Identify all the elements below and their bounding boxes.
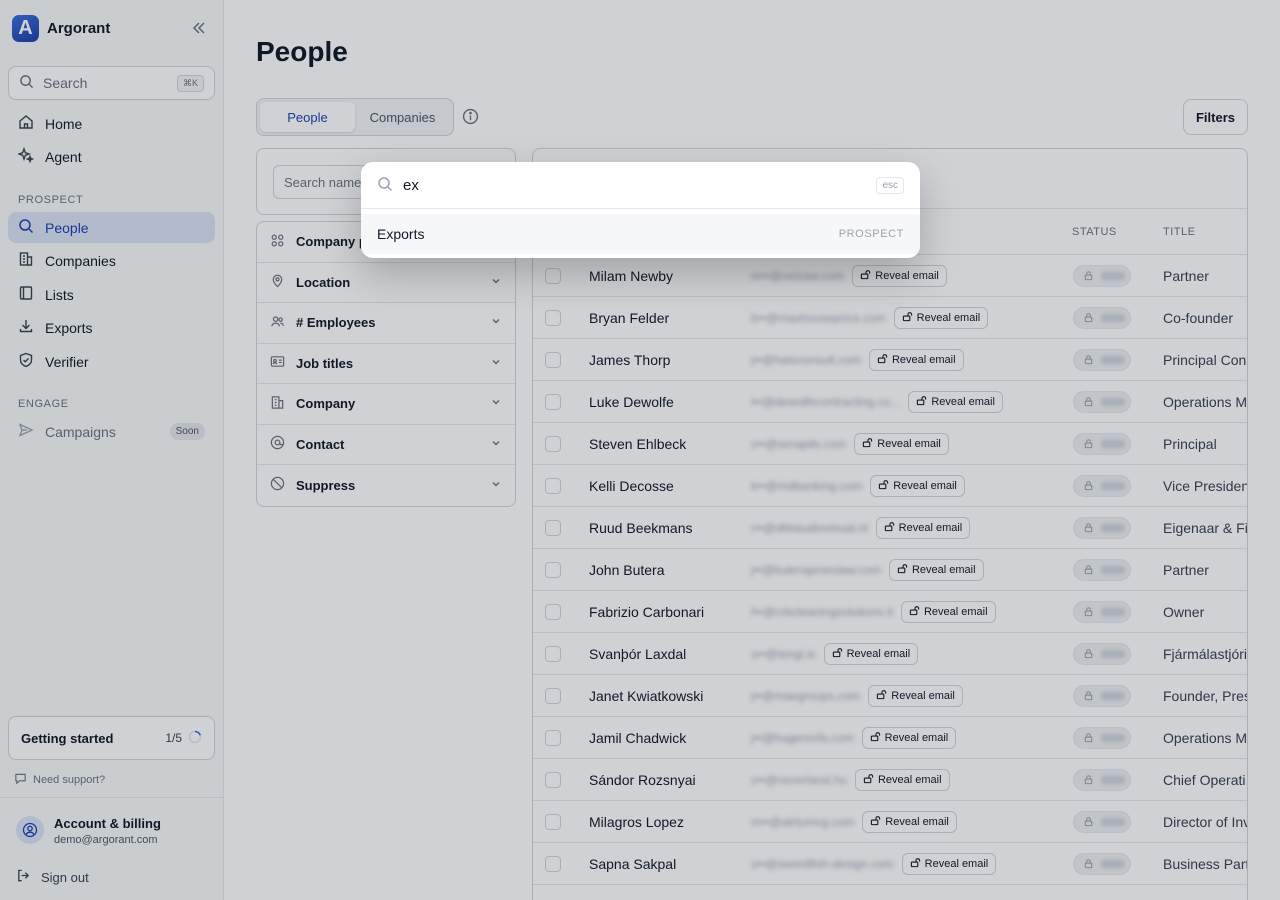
palette-input-row[interactable]: ex esc [361,162,920,209]
search-icon [377,176,393,195]
esc-key-hint[interactable]: esc [876,176,904,194]
palette-result-section: PROSPECT [838,228,904,240]
modal-backdrop[interactable] [0,0,1280,900]
command-palette: ex esc Exports PROSPECT [361,162,920,258]
palette-result-exports[interactable]: Exports PROSPECT [361,214,920,254]
palette-search-input[interactable]: ex [403,177,866,194]
palette-result-label: Exports [377,226,425,242]
